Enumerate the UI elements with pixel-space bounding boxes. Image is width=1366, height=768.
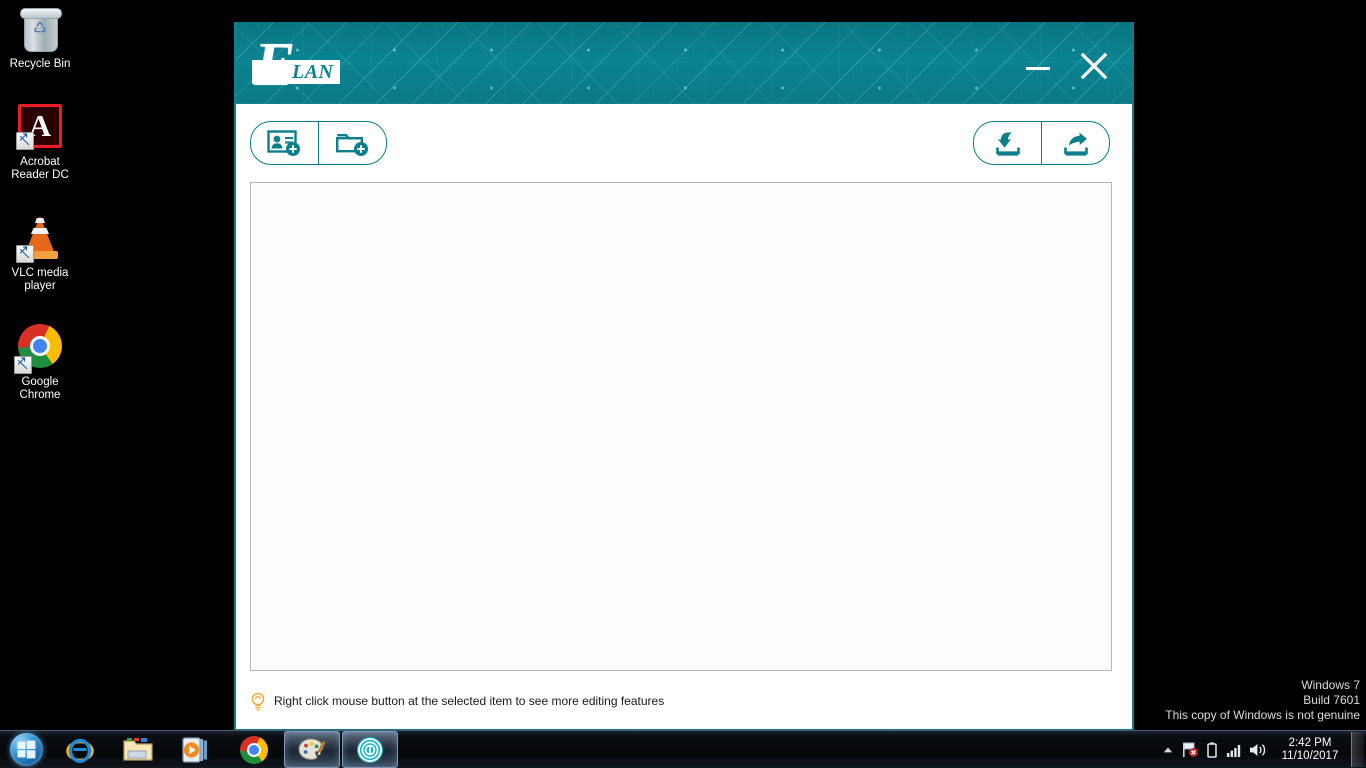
export-icon bbox=[1063, 132, 1088, 156]
taskbar-google-chrome[interactable] bbox=[226, 731, 282, 768]
taskbar-internet-explorer[interactable] bbox=[52, 731, 108, 768]
watermark-line-1: Windows 7 bbox=[1301, 678, 1360, 692]
google-chrome-icon bbox=[14, 324, 64, 374]
show-hidden-icons-button[interactable] bbox=[1157, 731, 1179, 768]
network-icon[interactable] bbox=[1223, 731, 1245, 768]
add-folder-icon bbox=[335, 134, 368, 156]
desktop-icon-label: Google Chrome bbox=[19, 376, 61, 401]
add-contact-button[interactable] bbox=[251, 122, 318, 164]
elan-fingerprint-icon bbox=[357, 736, 383, 763]
desktop-icon-vlc[interactable]: VLC media player bbox=[0, 215, 80, 293]
elan-logo: LAN E bbox=[248, 34, 358, 96]
paint-icon bbox=[298, 737, 326, 760]
shortcut-arrow-icon bbox=[14, 354, 32, 374]
minimize-icon bbox=[1026, 67, 1050, 70]
lightbulb-icon bbox=[251, 692, 265, 711]
taskbar-paint[interactable] bbox=[284, 731, 340, 768]
import-button[interactable] bbox=[974, 122, 1041, 164]
taskbar-windows-media-player[interactable] bbox=[168, 731, 224, 768]
toolbar-group-right[interactable] bbox=[973, 121, 1110, 165]
acrobat-reader-icon: A bbox=[16, 104, 64, 152]
taskbar-elan-fingerprint[interactable] bbox=[342, 731, 398, 768]
shortcut-arrow-icon bbox=[16, 130, 34, 150]
close-button[interactable] bbox=[1072, 48, 1116, 84]
export-button[interactable] bbox=[1042, 122, 1109, 164]
items-list-panel[interactable] bbox=[250, 182, 1112, 671]
window-title-bar[interactable]: LAN E bbox=[236, 22, 1132, 104]
desktop-icon-recycle-bin[interactable]: ♺ Recycle Bin bbox=[0, 6, 80, 71]
desktop-icon-acrobat-reader[interactable]: A Acrobat Reader DC bbox=[0, 104, 80, 182]
desktop-icon-google-chrome[interactable]: Google Chrome bbox=[0, 324, 80, 402]
folder-icon bbox=[123, 737, 153, 761]
status-hint-text: Right click mouse button at the selected… bbox=[274, 694, 665, 708]
signal-bars-icon bbox=[1227, 744, 1241, 757]
status-hint: Right click mouse button at the selected… bbox=[250, 691, 664, 711]
logo-word: LAN bbox=[292, 61, 334, 83]
speaker-icon bbox=[1250, 743, 1266, 756]
desktop-icon-label: Recycle Bin bbox=[9, 58, 71, 70]
chevron-up-icon bbox=[1163, 746, 1173, 752]
add-contact-icon bbox=[266, 130, 300, 156]
close-icon bbox=[1080, 52, 1108, 80]
clock-date: 11/10/2017 bbox=[1281, 749, 1339, 762]
header-shading bbox=[236, 22, 1132, 104]
recycle-bin-icon: ♺ bbox=[16, 6, 64, 54]
logo-letter: E bbox=[254, 31, 296, 99]
clock-time: 2:42 PM bbox=[1288, 736, 1332, 749]
vlc-media-player-icon bbox=[16, 215, 64, 263]
taskbar-windows-explorer[interactable] bbox=[110, 731, 166, 768]
shortcut-arrow-icon bbox=[16, 243, 34, 263]
action-center-icon[interactable] bbox=[1179, 731, 1201, 768]
start-button[interactable] bbox=[2, 732, 50, 767]
battery-icon[interactable] bbox=[1201, 731, 1223, 768]
battery-icon bbox=[1207, 741, 1217, 758]
flag-icon bbox=[1183, 742, 1198, 757]
clock[interactable]: 2:42 PM 11/10/2017 bbox=[1271, 731, 1349, 768]
media-player-icon bbox=[182, 736, 207, 763]
show-desktop-button[interactable] bbox=[1351, 732, 1364, 767]
add-folder-button[interactable] bbox=[319, 122, 386, 164]
minimize-button[interactable] bbox=[1016, 48, 1060, 84]
windows-logo-icon bbox=[17, 740, 35, 759]
desktop-icon-label: Acrobat Reader DC bbox=[11, 156, 69, 181]
system-tray[interactable]: 2:42 PM 11/10/2017 bbox=[1157, 731, 1366, 768]
taskbar[interactable]: 2:42 PM 11/10/2017 bbox=[0, 730, 1366, 768]
toolbar-group-left[interactable] bbox=[250, 121, 387, 165]
watermark-line-2: Build 7601 bbox=[1303, 693, 1360, 707]
watermark-line-3: This copy of Windows is not genuine bbox=[1165, 708, 1360, 722]
desktop-icon-label: VLC media player bbox=[11, 267, 69, 292]
internet-explorer-icon bbox=[66, 738, 94, 763]
toolbar[interactable] bbox=[236, 104, 1132, 182]
import-icon bbox=[995, 132, 1020, 156]
elan-application-window[interactable]: LAN E Right click mouse button at the se… bbox=[234, 22, 1134, 731]
google-chrome-icon bbox=[240, 735, 268, 764]
windows-activation-watermark: Windows 7 Build 7601 This copy of Window… bbox=[1165, 678, 1360, 723]
volume-icon[interactable] bbox=[1245, 731, 1271, 768]
